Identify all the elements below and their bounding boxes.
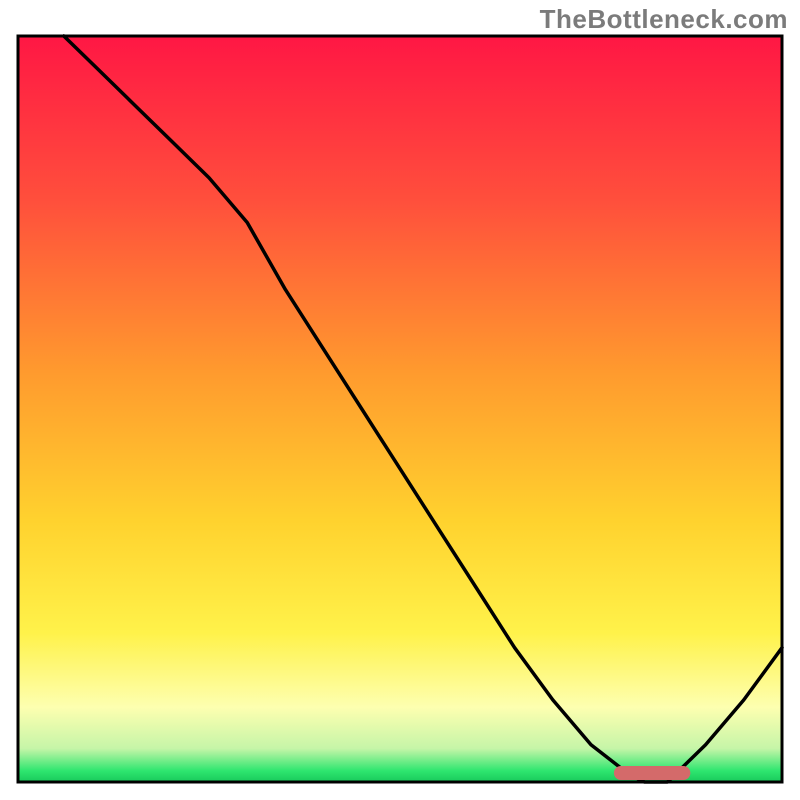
chart-page: TheBottleneck.com bbox=[0, 0, 800, 800]
bottleneck-chart bbox=[0, 0, 800, 800]
minimum-marker bbox=[614, 766, 690, 780]
